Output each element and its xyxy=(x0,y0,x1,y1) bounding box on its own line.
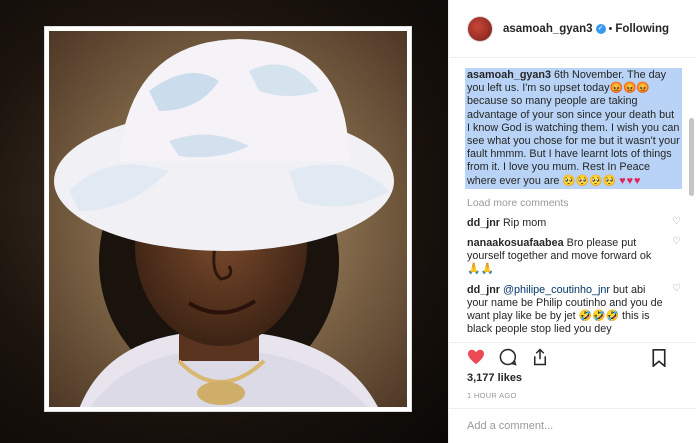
comment-username[interactable]: dd_jnr xyxy=(467,284,500,296)
add-comment-bar xyxy=(449,408,696,443)
comments-scrollbar[interactable] xyxy=(688,64,694,336)
post-caption: asamoah_gyan3 6th November. The day you … xyxy=(465,68,682,189)
comment-mention-link[interactable]: @philipe_coutinho_jnr xyxy=(500,284,610,296)
post-header: asamoah_gyan3 ✓ • Following xyxy=(449,0,696,58)
like-heart-icon[interactable] xyxy=(465,346,487,368)
avatar[interactable] xyxy=(467,15,493,42)
load-more-comments-button[interactable]: Load more comments xyxy=(467,197,682,209)
bookmark-icon[interactable] xyxy=(648,347,670,369)
post-side-panel: asamoah_gyan3 ✓ • Following asamoah_gyan… xyxy=(448,0,696,443)
header-dot-separator: • xyxy=(608,22,613,35)
portrait-image xyxy=(49,31,407,407)
scrollbar-thumb[interactable] xyxy=(689,118,694,196)
post-media-pane xyxy=(0,0,448,443)
post-photo-frame xyxy=(44,26,412,412)
comment-text: Rip mom xyxy=(500,216,547,229)
post-photo[interactable] xyxy=(49,31,407,407)
comment-item: nanaakosuafaabea Bro please put yourself… xyxy=(467,237,682,277)
share-icon[interactable] xyxy=(529,346,551,368)
comment-heart-icon[interactable]: ♡ xyxy=(672,237,682,247)
add-comment-input[interactable] xyxy=(467,420,667,432)
verified-badge-icon: ✓ xyxy=(595,23,606,34)
header-username[interactable]: asamoah_gyan3 xyxy=(503,23,593,35)
post-timestamp: 1 HOUR AGO xyxy=(467,391,517,400)
following-button[interactable]: Following xyxy=(615,23,669,35)
comment-username[interactable]: nanaakosuafaabea xyxy=(467,237,564,249)
likes-count[interactable]: 3,177 likes xyxy=(467,372,522,384)
comment-username[interactable]: dd_jnr xyxy=(467,217,500,229)
caption-hearts: ♥♥♥ xyxy=(619,174,642,187)
comment-icon[interactable] xyxy=(497,346,519,368)
comments-list[interactable]: asamoah_gyan3 6th November. The day you … xyxy=(449,62,696,340)
caption-username[interactable]: asamoah_gyan3 xyxy=(467,69,551,81)
post-actions-bar xyxy=(449,342,696,370)
caption-text: 6th November. The day you left us. I'm s… xyxy=(467,69,680,187)
comment-heart-icon[interactable]: ♡ xyxy=(672,283,682,294)
comment-item: dd_jnr Rip mom ♡ xyxy=(467,216,682,230)
comment-heart-icon[interactable]: ♡ xyxy=(672,216,682,227)
comment-item: dd_jnr @philipe_coutinho_jnr but abi you… xyxy=(467,283,682,337)
